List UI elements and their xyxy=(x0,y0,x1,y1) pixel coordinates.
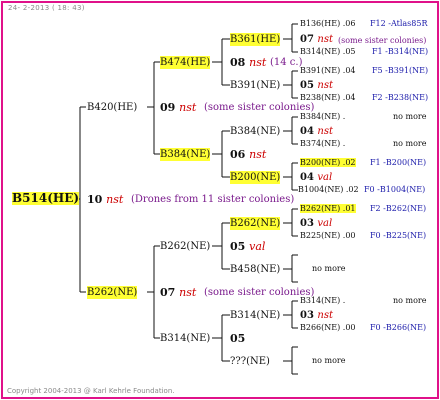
sire-sire-generation: 08 nst xyxy=(230,56,267,69)
root-queen-type: nst xyxy=(106,193,124,206)
ancestor-code: F5 -B391(NE) xyxy=(372,66,429,75)
ancestor-code: F2 -B238(NE) xyxy=(372,93,429,102)
no-more-label: no more xyxy=(393,112,427,121)
root-colony[interactable]: B514(HE) xyxy=(12,192,80,205)
sss-colony[interactable]: B361(HE) xyxy=(230,33,281,46)
sss-queen-type: nst xyxy=(317,34,333,45)
ancestor-row[interactable]: B1004(NE) .02 xyxy=(298,184,359,196)
dam-sire-generation: 05 val xyxy=(230,240,266,253)
ancestor-row[interactable]: B391(NE) .04 xyxy=(300,65,356,77)
dam-sire-colony[interactable]: B262(NE) xyxy=(160,240,210,253)
sdd-colony[interactable]: B200(NE) xyxy=(230,171,281,184)
dam-dam-colony[interactable]: B314(NE) xyxy=(160,332,210,345)
ancestor-code: F0 -B1004(NE) xyxy=(364,185,426,194)
dam-sire-queen-type: val xyxy=(249,240,266,253)
ancestor-row[interactable]: B136(HE) .06 xyxy=(300,18,356,30)
dam-generation: 07 nst xyxy=(160,286,197,299)
dam-note: (some sister colonies) xyxy=(204,287,315,298)
sire-dam-queen-type: nst xyxy=(249,148,267,161)
sire-colony[interactable]: B420(HE) xyxy=(87,101,137,114)
root-generation: 10 nst xyxy=(87,193,124,206)
ancestor-code: F12 -Atlas85R xyxy=(370,19,428,28)
ancestor-code: F1 -B314(NE) xyxy=(372,47,429,56)
ssd-generation: 05 nst xyxy=(300,80,333,91)
sire-queen-type: nst xyxy=(179,101,197,114)
ancestor-row[interactable]: B314(NE) .05 xyxy=(300,46,356,58)
sds-queen-type: nst xyxy=(317,126,333,137)
dds-generation: 03 nst xyxy=(300,310,333,321)
ancestor-row[interactable]: B384(NE) . xyxy=(300,111,345,123)
ancestor-row[interactable]: B225(NE) .00 xyxy=(300,230,356,242)
dss-queen-type: val xyxy=(317,218,333,229)
sire-note: (some sister colonies) xyxy=(204,102,315,113)
dam-dam-generation: 05 xyxy=(230,332,246,345)
ancestor-code: F0 -B225(NE) xyxy=(370,231,427,240)
dsd-colony[interactable]: B458(NE) xyxy=(230,263,280,276)
dam-colony[interactable]: B262(NE) xyxy=(87,286,138,299)
ssd-queen-type: nst xyxy=(317,80,333,91)
dam-queen-type: nst xyxy=(179,286,197,299)
sdd-queen-type: val xyxy=(317,172,333,183)
dds-queen-type: nst xyxy=(317,310,333,321)
sss-generation: 07 nst xyxy=(300,34,333,45)
sire-dam-colony[interactable]: B384(NE) xyxy=(160,148,211,161)
sire-sire-colony[interactable]: B474(HE) xyxy=(160,56,211,69)
ancestor-row[interactable]: B200(NE) .02 xyxy=(300,157,356,169)
dds-colony[interactable]: B314(NE) xyxy=(230,309,280,322)
ancestor-row[interactable]: B266(NE) .00 xyxy=(300,322,356,334)
sds-colony[interactable]: B384(NE) xyxy=(230,125,280,138)
no-more-label: no more xyxy=(393,296,427,305)
sds-generation: 04 nst xyxy=(300,126,333,137)
root-note: (Drones from 11 sister colonies) xyxy=(131,194,295,205)
no-more-label: no more xyxy=(393,139,427,148)
ssd-colony[interactable]: B391(NE) xyxy=(230,79,280,92)
ancestor-code: F2 -B262(NE) xyxy=(370,204,427,213)
sire-dam-generation: 06 nst xyxy=(230,148,267,161)
ancestor-row[interactable]: B374(NE) . xyxy=(300,138,345,150)
copyright: Copyright 2004-2013 @ Karl Kehrle Founda… xyxy=(7,387,175,395)
ancestor-code: F1 -B200(NE) xyxy=(370,158,427,167)
ancestor-row[interactable]: B238(NE) .04 xyxy=(300,92,356,104)
sire-sire-queen-type: nst xyxy=(249,56,267,69)
ancestor-row[interactable]: B262(NE) .01 xyxy=(300,203,356,215)
sire-generation: 09 nst xyxy=(160,101,197,114)
ancestor-code: F0 -B266(NE) xyxy=(370,323,427,332)
no-more-label: no more xyxy=(312,264,346,273)
dss-generation: 03 val xyxy=(300,218,333,229)
ddd-colony[interactable]: ???(NE) xyxy=(230,355,270,368)
dss-colony[interactable]: B262(NE) xyxy=(230,217,281,230)
sdd-generation: 04 val xyxy=(300,172,333,183)
sire-sire-note: (14 c.) xyxy=(270,57,303,68)
no-more-label: no more xyxy=(312,356,346,365)
ancestor-row[interactable]: B314(NE) . xyxy=(300,295,345,307)
